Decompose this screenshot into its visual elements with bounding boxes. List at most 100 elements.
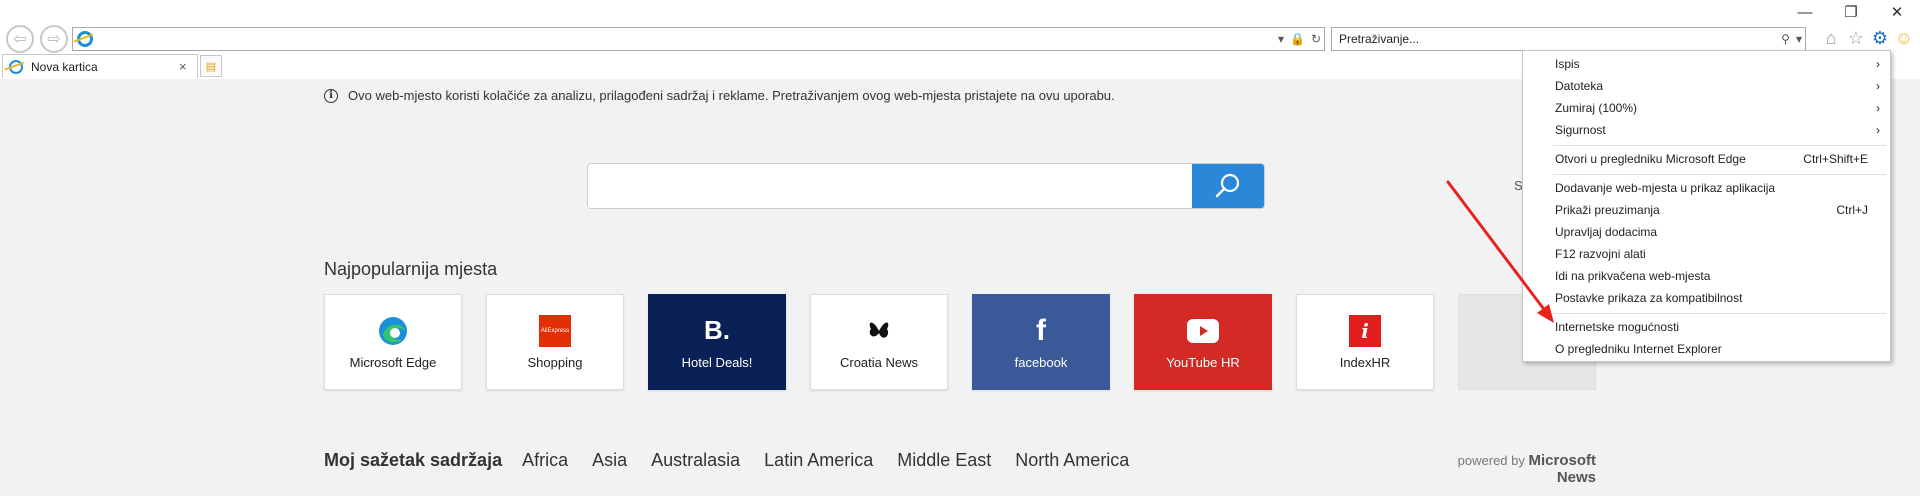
cookie-notice-text: Ovo web-mjesto koristi kolačiće za anali… [348,88,1115,103]
ie-logo-icon [9,59,23,74]
tile-label: Microsoft Edge [349,354,437,370]
tile-shopping[interactable]: AliExpress Shopping [486,294,624,390]
dropdown-icon[interactable]: ▾ [1278,32,1284,46]
back-button[interactable]: ⇦ [6,25,34,53]
top-sites-title: Najpopularnija mjesta [324,259,498,279]
menu-item-print[interactable]: Ispis › [1523,53,1890,75]
menu-item-shortcut: Ctrl+Shift+E [1803,152,1868,166]
menu-item-label: Datoteka [1555,79,1604,93]
menu-item-label: Sigurnost [1555,123,1606,137]
menu-separator [1553,174,1886,175]
feed-title: Moj sažetak sadržaja [324,450,503,470]
refresh-icon[interactable]: ↻ [1311,32,1321,46]
feed-category-latin-america[interactable]: Latin America [764,450,873,471]
home-icon[interactable]: ⌂ [1820,27,1842,49]
tile-label: Hotel Deals! [681,354,753,370]
tile-youtube-hr[interactable]: YouTube HR [1134,294,1272,390]
menu-item-zoom[interactable]: Zumiraj (100%) › [1523,97,1890,119]
info-icon: i [324,88,338,103]
cookie-notice: i Ovo web-mjesto koristi kolačiće za ana… [324,88,1115,103]
tile-facebook[interactable]: f facebook [972,294,1110,390]
close-window-button[interactable]: ✕ [1874,0,1920,24]
menu-item-compatibility-view[interactable]: Postavke prikaza za kompatibilnost [1523,287,1890,309]
browser-search-placeholder[interactable]: Pretraživanje... [1332,32,1778,46]
page-search-bar [587,163,1265,209]
content-feed-nav: Moj sažetak sadržaja Africa Asia Austral… [324,450,1153,471]
menu-item-label: Idi na prikvačena web-mjesta [1555,269,1711,283]
feed-category-north-america[interactable]: North America [1015,450,1129,471]
feed-category-australasia[interactable]: Australasia [651,450,740,471]
new-tab-button[interactable]: ▤ [200,55,222,77]
feed-category-africa[interactable]: Africa [522,450,568,471]
menu-item-label: O pregledniku Internet Explorer [1555,342,1722,356]
tools-menu: Ispis › Datoteka › Zumiraj (100%) › Sigu… [1522,50,1891,362]
restore-button[interactable]: ❐ [1828,0,1874,24]
tab-title: Nova kartica [31,59,98,74]
powered-brand[interactable]: Microsoft News [1529,452,1597,486]
back-arrow-icon: ⇦ [13,31,27,48]
minimize-button[interactable]: — [1782,0,1828,24]
menu-item-add-site-to-apps[interactable]: Dodavanje web-mjesta u prikaz aplikacija [1523,177,1890,199]
menu-item-label: F12 razvojni alati [1555,247,1646,261]
edge-icon [377,315,409,347]
menu-item-pinned-sites[interactable]: Idi na prikvačena web-mjesta [1523,265,1890,287]
tile-label: Croatia News [839,354,919,370]
new-tab-icon: ▤ [205,60,217,73]
feed-category-asia[interactable]: Asia [592,450,627,471]
chevron-right-icon: › [1876,79,1880,93]
indexhr-icon: i [1349,314,1381,347]
menu-item-safety[interactable]: Sigurnost › [1523,119,1890,141]
menu-item-file[interactable]: Datoteka › [1523,75,1890,97]
page-search-input[interactable] [588,164,1192,208]
smiley-feedback-icon[interactable]: ☺ [1893,27,1915,49]
chevron-right-icon: › [1876,101,1880,115]
close-tab-icon[interactable]: × [179,59,197,74]
ie-logo-icon [77,31,93,47]
booking-logo-text: B. [704,315,730,345]
chevron-right-icon: › [1876,57,1880,71]
menu-separator [1553,313,1886,314]
search-dropdown-icon[interactable]: ▾ [1796,32,1802,46]
tile-label: IndexHR [1339,354,1391,370]
tile-label: YouTube HR [1166,354,1240,370]
window-controls: — ❐ ✕ [1782,0,1920,24]
search-icon[interactable]: ⚲ [1781,32,1790,46]
menu-item-label: Dodavanje web-mjesta u prikaz aplikacija [1555,181,1776,195]
indexhr-logo-text: i [1361,318,1369,343]
aliexpress-icon: AliExpress [539,314,571,347]
menu-item-open-in-edge[interactable]: Otvori u pregledniku Microsoft Edge Ctrl… [1523,148,1890,170]
menu-item-view-downloads[interactable]: Prikaži preuzimanja Ctrl+J [1523,199,1890,221]
menu-item-about-ie[interactable]: O pregledniku Internet Explorer [1523,338,1890,360]
menu-item-shortcut: Ctrl+J [1836,203,1868,217]
menu-item-label: Ispis [1555,57,1580,71]
menu-item-label: Internetske mogućnosti [1555,320,1680,334]
tab-new-tab[interactable]: Nova kartica × [2,54,198,78]
facebook-icon: f [1036,313,1046,347]
booking-icon: B. [701,315,733,347]
menu-item-manage-addons[interactable]: Upravljaj dodacima [1523,221,1890,243]
browser-search-box[interactable]: Pretraživanje... ⚲ ▾ [1331,27,1806,51]
youtube-icon [1187,315,1219,347]
menu-item-label: Otvori u pregledniku Microsoft Edge [1555,152,1746,166]
gear-icon[interactable]: ⚙ [1869,27,1891,49]
powered-by: powered by Microsoft News [1416,452,1596,486]
menu-item-f12-devtools[interactable]: F12 razvojni alati [1523,243,1890,265]
forward-arrow-icon: ⇨ [47,31,61,48]
menu-item-label: Postavke prikaza za kompatibilnost [1555,291,1743,305]
tile-label: Shopping [527,354,583,370]
address-bar[interactable]: ▾ 🔒 ↻ [72,27,1325,51]
tile-croatia-news[interactable]: Croatia News [810,294,948,390]
chevron-right-icon: › [1876,123,1880,137]
lock-icon: 🔒 [1289,32,1305,46]
tile-microsoft-edge[interactable]: Microsoft Edge [324,294,462,390]
favorites-star-icon[interactable]: ☆ [1845,27,1867,49]
feed-category-middle-east[interactable]: Middle East [897,450,991,471]
menu-separator [1553,145,1886,146]
tile-label: facebook [1014,354,1068,370]
menu-item-internet-options[interactable]: Internetske mogućnosti [1523,316,1890,338]
tile-indexhr[interactable]: i IndexHR [1296,294,1434,390]
tile-hotel-deals[interactable]: B. Hotel Deals! [648,294,786,390]
page-search-button[interactable] [1192,164,1264,208]
butterfly-icon [863,315,895,347]
forward-button[interactable]: ⇨ [40,25,68,53]
